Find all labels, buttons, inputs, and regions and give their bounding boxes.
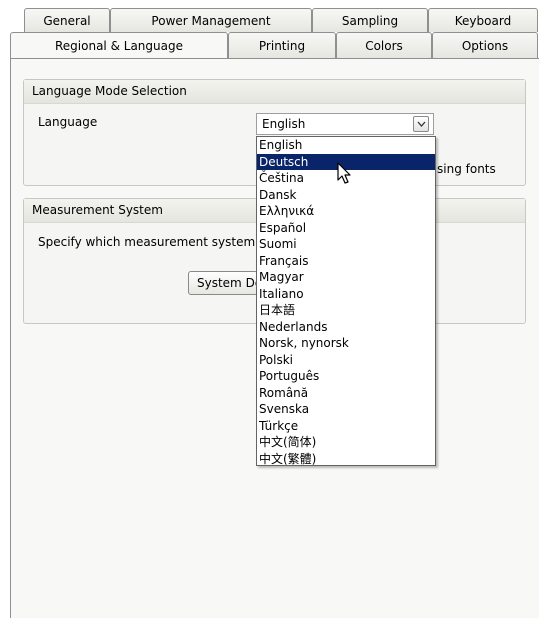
language-option[interactable]: Español (257, 220, 435, 237)
language-option[interactable]: Suomi (257, 236, 435, 253)
language-select-value: English (262, 117, 306, 131)
language-select[interactable]: English (256, 113, 434, 135)
measurement-description: Specify which measurement system (38, 235, 256, 249)
tab-sampling[interactable]: Sampling (312, 8, 428, 32)
language-option[interactable]: Dansk (257, 187, 435, 204)
language-label: Language (38, 115, 98, 129)
language-option[interactable]: Türkçe (257, 418, 435, 435)
language-option[interactable]: Ελληνικά (257, 203, 435, 220)
language-option[interactable]: 中文(繁體) (257, 451, 435, 468)
language-option[interactable]: 日本語 (257, 302, 435, 319)
language-option[interactable]: Română (257, 385, 435, 402)
language-option[interactable]: Français (257, 253, 435, 270)
fonts-option-label: sing fonts (437, 162, 496, 176)
tab-general[interactable]: General (24, 8, 110, 32)
tab-keyboard[interactable]: Keyboard (428, 8, 538, 32)
tab-power-management[interactable]: Power Management (110, 8, 312, 32)
language-option[interactable]: 中文(简体) (257, 434, 435, 451)
tab-options[interactable]: Options (432, 32, 538, 58)
tab-printing[interactable]: Printing (228, 32, 336, 58)
language-option[interactable]: Nederlands (257, 319, 435, 336)
language-option[interactable]: Magyar (257, 269, 435, 286)
language-option[interactable]: Norsk, nynorsk (257, 335, 435, 352)
chevron-down-icon[interactable] (413, 116, 429, 132)
language-option[interactable]: Italiano (257, 286, 435, 303)
language-option[interactable]: Polski (257, 352, 435, 369)
tab-regional-language[interactable]: Regional & Language (10, 32, 228, 58)
language-option[interactable]: Svenska (257, 401, 435, 418)
language-mode-group-title: Language Mode Selection (24, 80, 525, 104)
language-option[interactable]: English (257, 137, 435, 154)
language-option[interactable]: Português (257, 368, 435, 385)
measurement-system-button[interactable]: System De (188, 271, 258, 295)
mouse-cursor-icon (337, 162, 351, 184)
tab-colors[interactable]: Colors (336, 32, 432, 58)
